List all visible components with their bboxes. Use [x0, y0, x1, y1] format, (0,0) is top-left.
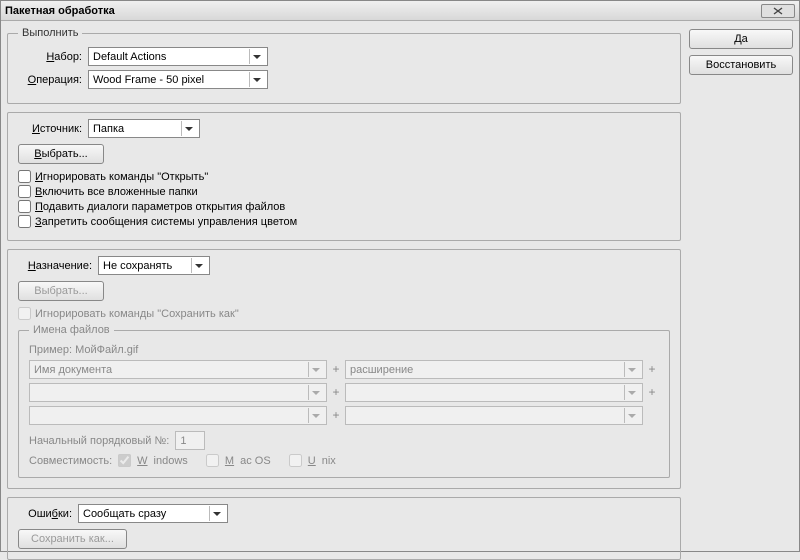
source-label: Источник:: [18, 123, 82, 135]
dest-group: Назначение: Не сохранять Выбрать... Игно…: [7, 249, 681, 489]
chk-suppress-open-opts[interactable]: [18, 200, 31, 213]
fname-part-1: Имя документа: [29, 360, 327, 379]
chk-override-open-label: Игнорировать команды "Открыть": [35, 171, 208, 183]
errors-group: Ошибки: Сообщать сразу Сохранить как...: [7, 497, 681, 560]
filenames-legend: Имена файлов: [29, 324, 114, 336]
filename-example: Пример: МойФайл.gif: [29, 344, 659, 356]
chk-compat-mac: [206, 454, 219, 467]
play-legend: Выполнить: [18, 27, 82, 39]
start-serial-input: [175, 431, 205, 450]
source-choose-button[interactable]: Выбрать...: [18, 144, 104, 164]
source-group: Источник: Папка Выбрать... Игнорировать …: [7, 112, 681, 241]
chk-compat-windows: [118, 454, 131, 467]
compat-label: Совместимость:: [29, 455, 112, 467]
chevron-down-icon: [624, 362, 639, 377]
batch-dialog: Пакетная обработка Выполнить Набор: Defa…: [0, 0, 800, 552]
set-select[interactable]: Default Actions: [88, 47, 268, 66]
window-title: Пакетная обработка: [5, 5, 115, 17]
action-label: Операция:: [18, 74, 82, 86]
chevron-down-icon: [249, 49, 264, 64]
chk-suppress-color-label: Запретить сообщения системы управления ц…: [35, 216, 297, 228]
plus-icon: +: [329, 360, 343, 379]
plus-icon: +: [645, 383, 659, 402]
chk-include-sub-label: Включить все вложенные папки: [35, 186, 198, 198]
chevron-down-icon: [249, 72, 264, 87]
errors-label: Ошибки:: [18, 508, 72, 520]
chevron-down-icon: [308, 408, 323, 423]
dest-select[interactable]: Не сохранять: [98, 256, 210, 275]
dest-choose-button: Выбрать...: [18, 281, 104, 301]
chevron-down-icon: [209, 506, 224, 521]
errors-save-as-button: Сохранить как...: [18, 529, 127, 549]
chevron-down-icon: [191, 258, 206, 273]
fname-part-3: [29, 383, 327, 402]
fname-part-5: [29, 406, 327, 425]
chk-suppress-color[interactable]: [18, 215, 31, 228]
close-icon: [773, 7, 783, 15]
chevron-down-icon: [624, 385, 639, 400]
fname-part-6: [345, 406, 643, 425]
source-select[interactable]: Папка: [88, 119, 200, 138]
chevron-down-icon: [308, 385, 323, 400]
chk-override-save-label: Игнорировать команды "Сохранить как": [35, 308, 239, 320]
ok-button[interactable]: Да: [689, 29, 793, 49]
dest-label: Назначение:: [18, 260, 92, 272]
plus-icon: +: [329, 406, 343, 425]
chevron-down-icon: [181, 121, 196, 136]
action-select[interactable]: Wood Frame - 50 pixel: [88, 70, 268, 89]
play-group: Выполнить Набор: Default Actions Операци…: [7, 27, 681, 104]
reset-button[interactable]: Восстановить: [689, 55, 793, 75]
chk-suppress-open-opts-label: Подавить диалоги параметров открытия фай…: [35, 201, 285, 213]
start-serial-label: Начальный порядковый №:: [29, 435, 169, 447]
errors-select[interactable]: Сообщать сразу: [78, 504, 228, 523]
chevron-down-icon: [624, 408, 639, 423]
chk-override-open[interactable]: [18, 170, 31, 183]
fname-part-4: [345, 383, 643, 402]
titlebar: Пакетная обработка: [1, 1, 799, 21]
chk-override-save: [18, 307, 31, 320]
fname-part-2: расширение: [345, 360, 643, 379]
set-label: Набор:: [18, 51, 82, 63]
plus-icon: +: [645, 360, 659, 379]
window-close-button[interactable]: [761, 4, 795, 18]
filenames-group: Имена файлов Пример: МойФайл.gif Имя док…: [18, 324, 670, 478]
plus-icon: +: [329, 383, 343, 402]
chevron-down-icon: [308, 362, 323, 377]
chk-compat-unix: [289, 454, 302, 467]
chk-include-sub[interactable]: [18, 185, 31, 198]
